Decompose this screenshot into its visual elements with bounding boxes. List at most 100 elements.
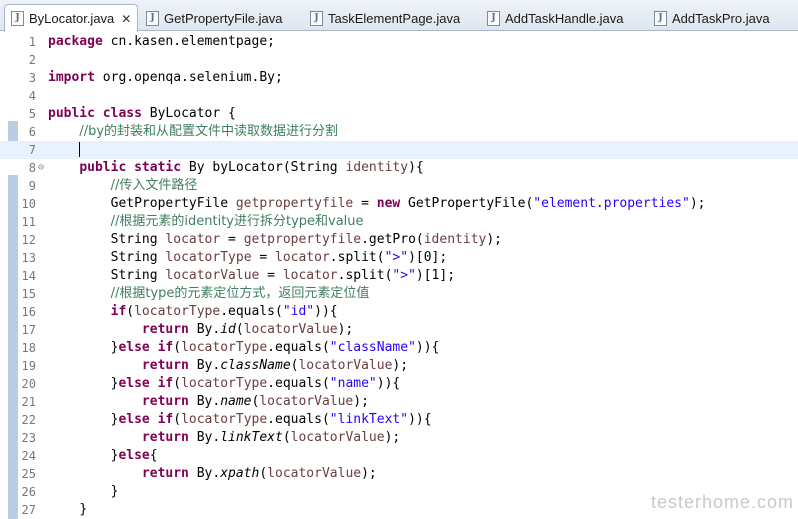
code-text: );: [361, 466, 377, 481]
code-text: );: [486, 232, 503, 247]
keyword: return: [141, 430, 189, 445]
code-line: 17 return By.id(locatorValue);: [0, 321, 798, 339]
keyword: package: [48, 34, 103, 49]
tab-addtaskpro[interactable]: J AddTaskPro.java: [648, 6, 770, 30]
variable: locatorType: [181, 412, 268, 427]
keyword: else if: [118, 340, 174, 355]
code-text: );: [337, 322, 354, 337]
code-text: String: [110, 250, 166, 265]
keyword: class: [102, 106, 142, 121]
code-text: )[1];: [415, 268, 456, 283]
code-line: 6 //by的封装和从配置文件中读取数据进行分割: [0, 123, 798, 141]
keyword: return: [141, 394, 189, 409]
line-number: 2: [28, 53, 36, 67]
code-text: {: [149, 448, 158, 463]
tab-label: AddTaskHandle.java: [505, 10, 624, 26]
code-text: By.: [188, 430, 221, 445]
code-text: =: [251, 250, 275, 265]
code-text: )[0];: [408, 250, 448, 265]
line-number: 6: [28, 125, 36, 139]
line-number: 9: [28, 179, 36, 193]
line-number: 7: [28, 143, 36, 157]
string-literal: "element.properties": [533, 196, 690, 211]
variable: getpropertyfile: [235, 196, 354, 211]
code-text: org.openqa.selenium.By;: [94, 70, 283, 85]
keyword: if: [110, 304, 127, 319]
keyword: else: [118, 448, 150, 463]
variable: locatorType: [181, 376, 268, 391]
line-number: 10: [21, 197, 36, 211]
variable: locator: [165, 232, 221, 247]
code-line: 16 if(locatorType.equals("id")){: [0, 303, 798, 321]
code-text: )){: [376, 376, 401, 391]
fold-collapse-icon[interactable]: ⊖: [38, 159, 44, 177]
code-text: By.: [188, 358, 221, 373]
code-text: );: [353, 394, 369, 409]
code-text: By.: [188, 322, 221, 337]
variable: locatorType: [165, 250, 252, 265]
code-text: .equals(: [267, 376, 330, 391]
text-caret: [79, 142, 81, 157]
code-line: 18 }else if(locatorType.equals("classNam…: [0, 339, 798, 357]
line-number: 22: [21, 413, 36, 427]
variable: locatorValue: [298, 358, 393, 373]
code-text: =: [353, 196, 377, 211]
code-text: .equals(: [267, 412, 330, 427]
code-text: cn.kasen.elementpage;: [102, 34, 275, 49]
variable: locator: [275, 250, 330, 265]
code-text: ){: [408, 160, 424, 175]
code-line: 19 return By.className(locatorValue);: [0, 357, 798, 375]
tab-addtaskhandle[interactable]: J AddTaskHandle.java: [481, 6, 624, 30]
tab-taskelementpage[interactable]: J TaskElementPage.java: [304, 6, 460, 30]
line-number: 14: [21, 269, 36, 283]
tab-label: AddTaskPro.java: [672, 10, 770, 26]
code-text: );: [384, 430, 401, 445]
comment: //根据元素的identity进行拆分type和value: [110, 214, 364, 229]
keyword: return: [141, 466, 189, 481]
watermark: testerhome.com: [650, 492, 794, 512]
comment: //传入文件路径: [110, 178, 198, 193]
string-literal: "className": [329, 340, 416, 355]
string-literal: "linkText": [329, 412, 409, 427]
keyword: import: [48, 70, 95, 85]
string-literal: ">": [384, 250, 409, 265]
code-line: 4: [0, 87, 798, 105]
keyword: else if: [118, 376, 174, 391]
line-number: 1: [28, 35, 36, 49]
variable: locatorType: [181, 340, 268, 355]
string-literal: "id": [282, 304, 315, 319]
keyword: else if: [118, 412, 174, 427]
code-line: 24 }else{: [0, 447, 798, 465]
keyword: new: [376, 196, 401, 211]
tab-bylocator[interactable]: J ByLocator.java ✕: [4, 4, 139, 32]
code-line: 3 import org.openqa.selenium.By;: [0, 69, 798, 87]
string-literal: "name": [329, 376, 377, 391]
line-number: 11: [21, 215, 36, 229]
close-icon[interactable]: ✕: [121, 12, 131, 26]
variable: getpropertyfile: [243, 232, 362, 247]
code-text: By.: [188, 466, 221, 481]
code-text: )){: [408, 412, 432, 427]
line-number: 4: [28, 89, 36, 103]
tab-getpropertyfile[interactable]: J GetPropertyFile.java: [140, 6, 283, 30]
keyword: public: [79, 160, 127, 175]
code-text: (: [126, 304, 135, 319]
code-line: 22 }else if(locatorType.equals("linkText…: [0, 411, 798, 429]
code-line: 25 return By.xpath(locatorValue);: [0, 465, 798, 483]
line-number: 12: [21, 233, 36, 247]
code-text: }: [79, 502, 88, 517]
current-line[interactable]: 7: [0, 141, 798, 159]
line-number: 19: [21, 359, 36, 373]
code-text: =: [259, 268, 283, 283]
line-number: 13: [21, 251, 36, 265]
keyword: public: [48, 106, 95, 121]
code-line: 2: [0, 51, 798, 69]
code-line: 13 String locatorType = locator.split(">…: [0, 249, 798, 267]
string-literal: ">": [392, 268, 416, 283]
code-editor[interactable]: 1 package cn.kasen.elementpage; 2 3 impo…: [0, 31, 798, 519]
code-text: By.: [188, 394, 221, 409]
code-line: 15 //根据type的元素定位方式，返回元素定位值: [0, 285, 798, 303]
line-number: 27: [21, 503, 36, 517]
line-number: 16: [21, 305, 36, 319]
code-text: GetPropertyFile(: [400, 196, 534, 211]
